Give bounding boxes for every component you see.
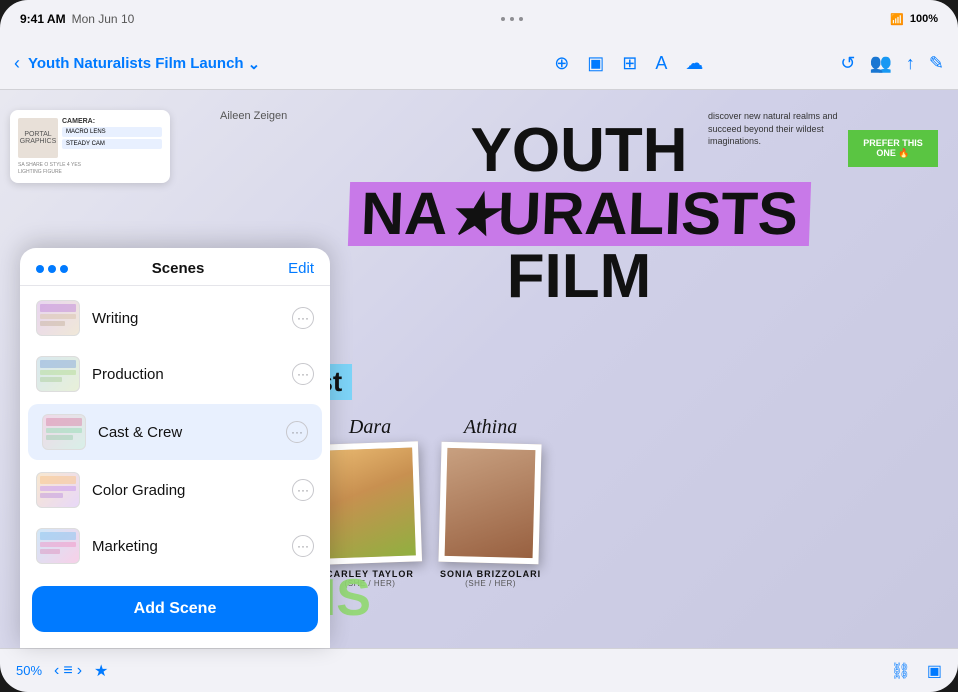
scene-thumb-marketing bbox=[36, 528, 80, 564]
scene-name-marketing: Marketing bbox=[92, 538, 280, 555]
title-naturalists: NA★URALISTS bbox=[347, 182, 810, 246]
scene-more-cast[interactable]: ··· bbox=[286, 421, 308, 443]
title-area: YOUTH NA★URALISTS FILM bbox=[230, 120, 928, 308]
scene-name-production: Production bbox=[92, 366, 280, 383]
nav-next-button[interactable]: › bbox=[77, 662, 82, 680]
dot-2 bbox=[510, 17, 514, 21]
title-text: Youth Naturalists Film Launch bbox=[28, 55, 244, 72]
cast-pronoun-3: (SHE / HER) bbox=[440, 579, 541, 588]
status-bar: 9:41 AM Mon Jun 10 ︎📶 100% bbox=[0, 0, 958, 38]
scene-item-writing[interactable]: Writing ··· bbox=[22, 290, 328, 346]
bottom-right: ⛓ ▣ bbox=[891, 661, 942, 681]
edit-icon[interactable]: ✎ bbox=[929, 53, 944, 74]
handle-dot-2 bbox=[48, 265, 56, 273]
grid-icon[interactable]: ⊞ bbox=[622, 53, 637, 74]
ipad-frame: 9:41 AM Mon Jun 10 ︎📶 100% ‹ Youth Natur… bbox=[0, 0, 958, 692]
toolbar-right: ↺ 👥 ↑ ✎ bbox=[840, 53, 944, 74]
status-right: ︎📶 100% bbox=[890, 13, 938, 26]
scene-more-marketing[interactable]: ··· bbox=[292, 535, 314, 557]
star-button[interactable]: ★ bbox=[94, 661, 108, 681]
photo-frame-2 bbox=[318, 441, 422, 564]
scene-thumb-color bbox=[36, 472, 80, 508]
status-left: 9:41 AM Mon Jun 10 bbox=[20, 12, 134, 26]
back-button[interactable]: ‹ bbox=[14, 53, 20, 74]
add-scene-button[interactable]: Add Scene bbox=[32, 586, 318, 632]
handle-dot-3 bbox=[60, 265, 68, 273]
sticky-note-text: PREFER THIS ONE 🔥 bbox=[856, 138, 930, 159]
scene-name-cast: Cast & Crew bbox=[98, 424, 274, 441]
scene-list: Writing ··· Production ··· bbox=[20, 286, 330, 578]
scene-thumb-writing bbox=[36, 300, 80, 336]
date-display: Mon Jun 10 bbox=[72, 12, 135, 26]
scene-item-color-grading[interactable]: Color Grading ··· bbox=[22, 462, 328, 518]
share-icon[interactable]: ↑ bbox=[906, 53, 915, 74]
cast-name-3: SONIA BRIZZOLARI bbox=[440, 569, 541, 579]
scene-more-color[interactable]: ··· bbox=[292, 479, 314, 501]
cast-signature-3: Athina bbox=[440, 416, 541, 439]
time-display: 9:41 AM bbox=[20, 12, 66, 26]
insert-icon[interactable]: ⊕ bbox=[554, 53, 569, 74]
scene-name-writing: Writing bbox=[92, 310, 280, 327]
document-title[interactable]: Youth Naturalists Film Launch ⌄ bbox=[28, 55, 260, 73]
main-area: Aileen Zeigen discover new natural realm… bbox=[0, 90, 958, 648]
scene-thumb-cast bbox=[42, 414, 86, 450]
cast-photo-3: Athina SONIA BRIZZOLARI (SHE / HER) bbox=[440, 416, 541, 588]
wifi-icon: ︎📶 bbox=[890, 13, 904, 26]
bottom-left: 50% ‹ ≡ › ★ bbox=[16, 661, 108, 681]
scene-thumb-production bbox=[36, 356, 80, 392]
scene-more-writing[interactable]: ··· bbox=[292, 307, 314, 329]
scene-item-marketing[interactable]: Marketing ··· bbox=[22, 518, 328, 574]
title-youth: YOUTH bbox=[230, 120, 928, 182]
nav-arrows: ‹ ≡ › bbox=[54, 662, 82, 680]
undo-icon[interactable]: ↺ bbox=[840, 53, 855, 74]
sticky-note: PREFER THIS ONE 🔥 bbox=[848, 130, 938, 167]
status-center bbox=[501, 17, 523, 21]
scene-item-production[interactable]: Production ··· bbox=[22, 346, 328, 402]
title-caret: ⌄ bbox=[248, 55, 261, 73]
battery-display: 100% bbox=[910, 13, 938, 25]
photo-bg-2 bbox=[324, 447, 416, 558]
cast-photo-2: Dara CARLEY TAYLOR (SHE / HER) bbox=[320, 416, 420, 588]
toolbar: ‹ Youth Naturalists Film Launch ⌄ ⊕ ▣ ⊞ … bbox=[0, 38, 958, 90]
scenes-edit-button[interactable]: Edit bbox=[288, 260, 314, 277]
nav-prev-button[interactable]: ‹ bbox=[54, 662, 59, 680]
toolbar-left: ‹ Youth Naturalists Film Launch ⌄ bbox=[14, 53, 417, 74]
dot-1 bbox=[501, 17, 505, 21]
title-film: FILM bbox=[230, 246, 928, 308]
scene-more-production[interactable]: ··· bbox=[292, 363, 314, 385]
nav-list-button[interactable]: ≡ bbox=[63, 662, 72, 680]
sidebar-preview-card: PORTAL GRAPHICS CAMERA: MACRO LENS STEAD… bbox=[10, 110, 170, 183]
scenes-panel: Scenes Edit Writing ··· bbox=[20, 248, 330, 648]
table-icon[interactable]: ▣ bbox=[587, 53, 604, 74]
view-mode-icon[interactable]: ▣ bbox=[927, 661, 942, 681]
cast-signature-2: Dara bbox=[320, 416, 420, 439]
photo-bg-3 bbox=[445, 448, 536, 558]
panel-handle bbox=[36, 265, 68, 273]
scene-item-cast-crew[interactable]: Cast & Crew ··· bbox=[28, 404, 322, 460]
scenes-header: Scenes Edit bbox=[20, 248, 330, 286]
text-icon[interactable]: A bbox=[655, 53, 667, 74]
scenes-title: Scenes bbox=[152, 260, 205, 277]
photo-frame-3 bbox=[438, 442, 541, 565]
zoom-level[interactable]: 50% bbox=[16, 663, 42, 678]
share-people-icon[interactable]: 👥 bbox=[870, 53, 892, 74]
link-icon[interactable]: ⛓ bbox=[891, 661, 911, 681]
handle-dot-1 bbox=[36, 265, 44, 273]
dot-3 bbox=[519, 17, 523, 21]
bottom-bar: 50% ‹ ≡ › ★ ⛓ ▣ bbox=[0, 648, 958, 692]
cloud-icon[interactable]: ☁ bbox=[685, 53, 703, 74]
scene-name-color: Color Grading bbox=[92, 482, 280, 499]
toolbar-center: ⊕ ▣ ⊞ A ☁ bbox=[427, 53, 830, 74]
